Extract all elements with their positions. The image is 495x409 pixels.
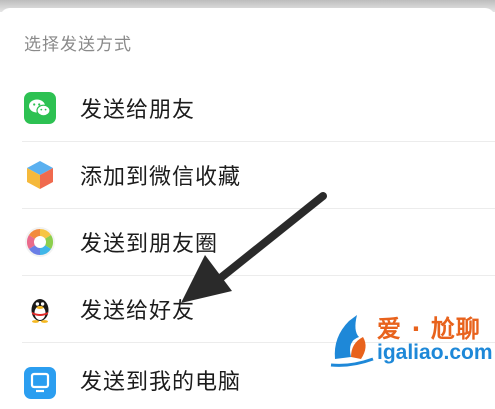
share-option-send-to-friend[interactable]: 发送给朋友: [0, 74, 495, 141]
watermark-logo-icon: [330, 315, 374, 367]
wechat-icon: [24, 91, 56, 124]
qq-penguin-icon: [24, 293, 56, 325]
sheet-title: 选择发送方式: [24, 35, 132, 55]
share-option-add-to-favorites[interactable]: 添加到微信收藏: [0, 141, 495, 208]
watermark-brand: 爱 · 尬聊: [377, 315, 481, 343]
share-option-label: 发送给好友: [80, 298, 196, 324]
share-option-label: 发送给朋友: [80, 97, 196, 123]
favorites-cube-icon: [24, 159, 56, 191]
moments-aperture-icon: [24, 226, 56, 258]
share-option-label: 发送到我的电脑: [80, 369, 242, 395]
watermark-domain: igaliao.com: [377, 341, 493, 364]
share-option-label: 发送到朋友圈: [80, 231, 219, 257]
share-option-moments[interactable]: 发送到朋友圈: [0, 208, 495, 275]
share-option-label: 添加到微信收藏: [80, 164, 242, 190]
site-watermark: 爱 · 尬聊 igaliao.com: [329, 307, 493, 369]
my-computer-icon: [24, 366, 56, 399]
